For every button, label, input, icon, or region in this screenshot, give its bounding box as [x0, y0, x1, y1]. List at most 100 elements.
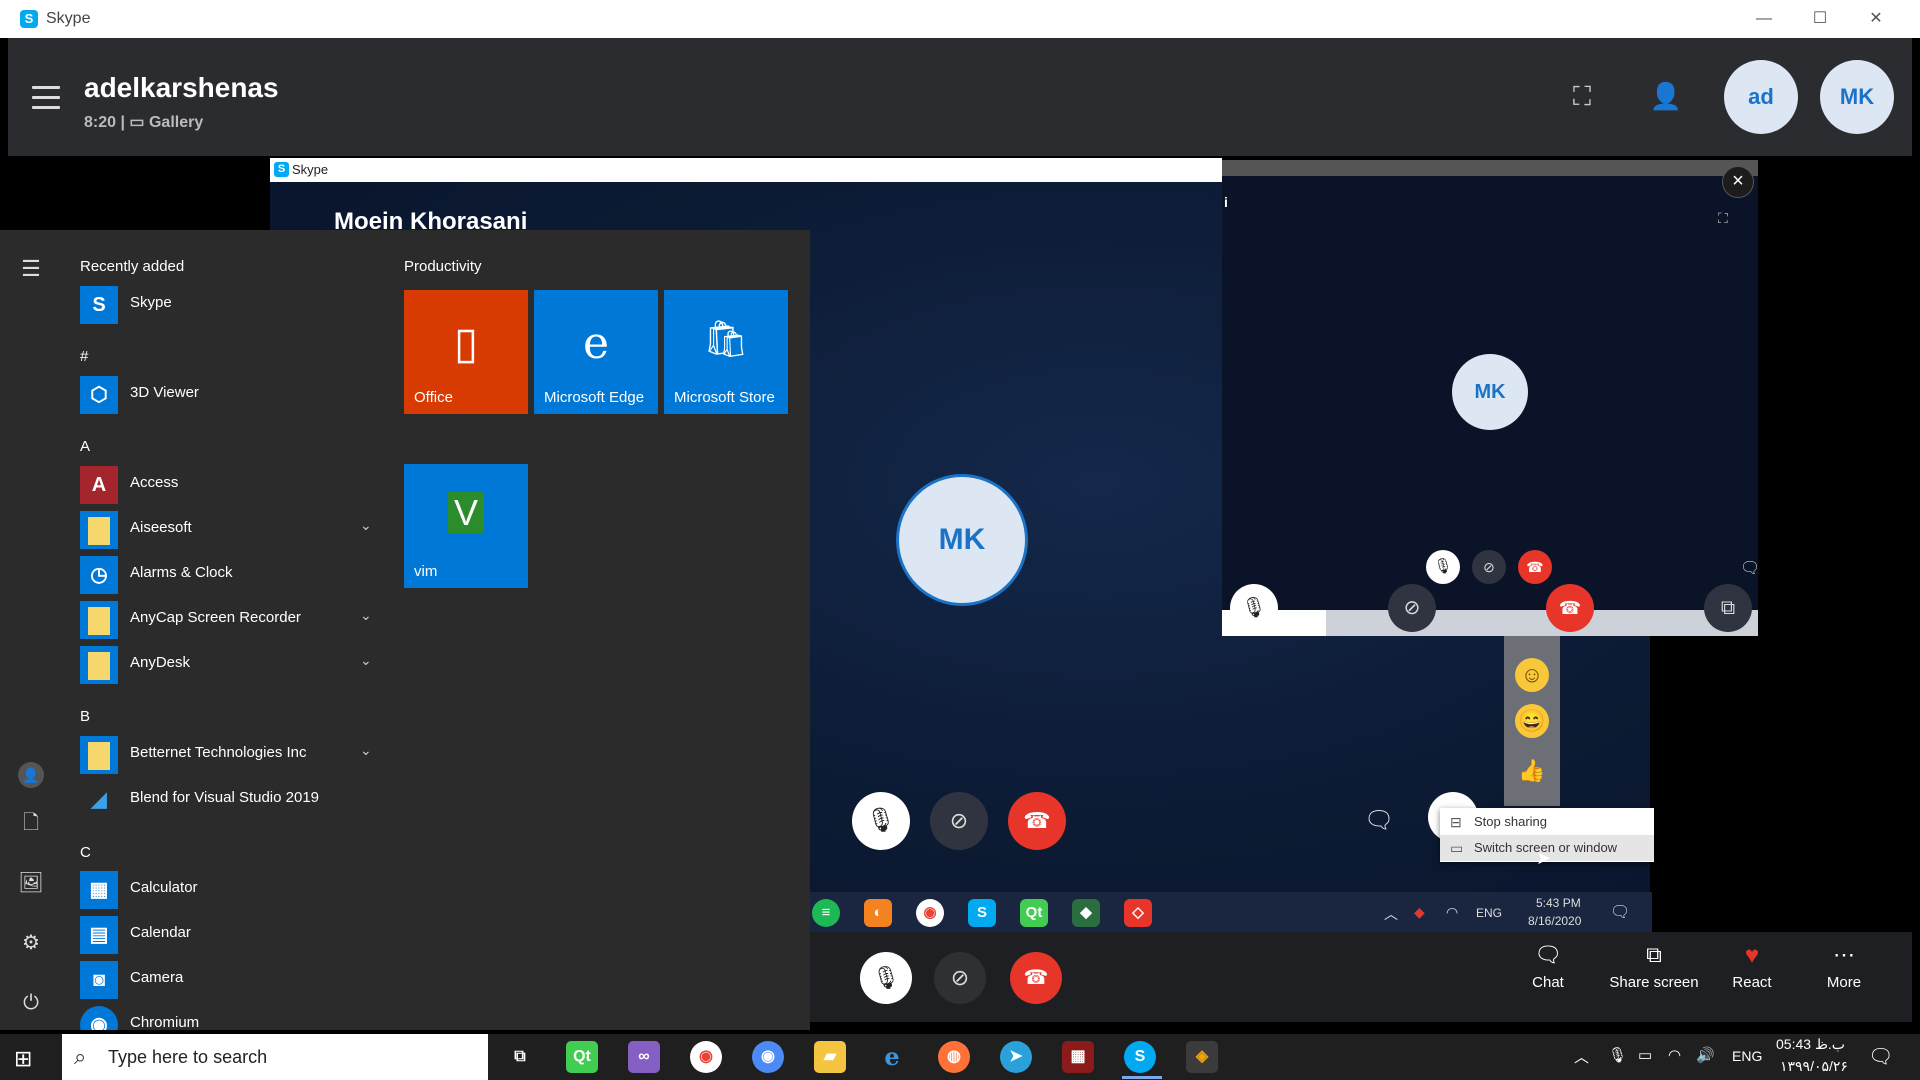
visual-studio-icon[interactable]: ∞	[628, 1041, 660, 1073]
qt-creator-icon: Qt	[1020, 899, 1048, 927]
app-item-anydesk[interactable]: AnyDesk ⌄	[80, 642, 380, 686]
add-participant-icon[interactable]: 👤	[1648, 78, 1684, 114]
app-item-calculator[interactable]: ▦ Calculator	[80, 867, 380, 911]
share-screen-button[interactable]: ⧉ Share screen	[1604, 942, 1704, 991]
maximize-button[interactable]: ☐	[1792, 0, 1848, 38]
pip-end-call-icon[interactable]: ☎	[1546, 584, 1594, 632]
chrome-icon[interactable]: ◉	[690, 1041, 722, 1073]
user-account-icon[interactable]: 👤	[18, 762, 44, 788]
app-label: Access	[130, 474, 179, 491]
app-item-skype[interactable]: S Skype	[80, 282, 380, 326]
smile-emoji-icon[interactable]: ☺	[1515, 658, 1549, 692]
call-duration: 8:20	[84, 114, 117, 131]
pip-layout-icon[interactable]: ⛶	[1718, 210, 1728, 227]
app-label: Chromium	[130, 1014, 200, 1030]
app-item-calendar[interactable]: ▤ Calendar	[80, 912, 380, 956]
tile-vim[interactable]: V vim	[404, 464, 528, 588]
section-letter[interactable]: B	[80, 708, 90, 725]
chevron-down-icon[interactable]: ⌄	[360, 652, 372, 669]
app-item-camera[interactable]: ◙ Camera	[80, 957, 380, 1001]
pip-video-off-icon[interactable]: ⊘	[1388, 584, 1436, 632]
pip-mic-icon[interactable]: 🎙	[1230, 584, 1278, 632]
qt-creator-icon[interactable]: Qt	[566, 1041, 598, 1073]
tray-wifi-icon: ◠	[1446, 904, 1459, 920]
chromium-icon[interactable]: ◉	[752, 1041, 784, 1073]
stop-sharing-item[interactable]: ⊟ Stop sharing	[1440, 809, 1654, 835]
tray-date[interactable]: ۱۳۹۹/۰۵/۲۶	[1780, 1058, 1848, 1075]
app-label: Aiseesoft	[130, 519, 192, 536]
avatar-self[interactable]: ad	[1724, 60, 1798, 134]
app-item-alarms[interactable]: ◷ Alarms & Clock	[80, 552, 380, 596]
store-bag-icon: 🛍	[703, 318, 749, 359]
skype-taskbar-icon[interactable]: S	[1124, 1041, 1156, 1073]
tray-time[interactable]: 05:43 ب.ظ	[1776, 1036, 1845, 1053]
tile-edge[interactable]: e Microsoft Edge	[534, 290, 658, 414]
edge-icon[interactable]: e	[876, 1041, 908, 1073]
pip-close-button[interactable]: ×	[1722, 166, 1754, 198]
skype-icon: S	[968, 899, 996, 927]
tray-battery-icon[interactable]: ▭	[1638, 1046, 1652, 1064]
end-call-button[interactable]: ☎	[1010, 952, 1062, 1004]
windows-start-icon[interactable]: ⊞	[14, 1046, 32, 1072]
layout-switch-icon[interactable]: ⛶	[1564, 78, 1600, 114]
close-button[interactable]: ✕	[1848, 0, 1904, 38]
shared-video-off-icon: ⊘	[930, 792, 988, 850]
tray-expand-icon[interactable]: ︿	[1574, 1046, 1589, 1067]
chat-button[interactable]: 🗨 Chat	[1520, 942, 1576, 991]
app-label: Betternet Technologies Inc	[130, 744, 307, 761]
minimize-button[interactable]: —	[1736, 0, 1792, 38]
heart-icon: ♥	[1744, 942, 1760, 969]
tile-store[interactable]: 🛍 Microsoft Store	[664, 290, 788, 414]
app-item-blend[interactable]: ◢ Blend for Visual Studio 2019	[80, 777, 380, 821]
app-item-3d-viewer[interactable]: ⬡ 3D Viewer	[80, 372, 380, 416]
pictures-icon[interactable]: 🖼	[18, 870, 44, 896]
laugh-emoji-icon[interactable]: 😄	[1515, 704, 1549, 738]
telegram-icon[interactable]: ➤	[1000, 1041, 1032, 1073]
documents-icon[interactable]: 🗋	[18, 810, 44, 836]
firefox-icon[interactable]: ◍	[938, 1041, 970, 1073]
git-app-icon[interactable]: ◈	[1186, 1041, 1218, 1073]
section-letter[interactable]: A	[80, 438, 90, 455]
window-title: Skype	[46, 10, 91, 27]
action-center-icon[interactable]: 🗨	[1868, 1044, 1893, 1069]
app-item-aiseesoft[interactable]: Aiseesoft ⌄	[80, 507, 380, 551]
tray-volume-icon[interactable]: 🔊	[1696, 1046, 1715, 1064]
app-item-chromium[interactable]: ◉ Chromium	[80, 1002, 380, 1030]
taskbar-search-box[interactable]: ⌕ Type here to search	[62, 1034, 488, 1080]
file-explorer-icon[interactable]: ▰	[814, 1041, 846, 1073]
stop-share-icon: ⊟	[1450, 814, 1462, 830]
app-item-betternet[interactable]: Betternet Technologies Inc ⌄	[80, 732, 380, 776]
tray-wifi-icon[interactable]: ◠	[1668, 1046, 1681, 1064]
power-icon[interactable]: ⏻	[18, 990, 44, 1016]
avatar-peer[interactable]: MK	[1820, 60, 1894, 134]
more-button[interactable]: ⋯ More	[1814, 942, 1874, 991]
settings-gear-icon[interactable]: ⚙	[18, 930, 44, 956]
call-header: adelkarshenas 8:20 | ▭ Gallery ⛶ 👤 ad MK	[8, 38, 1912, 156]
chevron-down-icon[interactable]: ⌄	[360, 742, 372, 759]
mic-button[interactable]: 🎙	[860, 952, 912, 1004]
shared-chat-icon: 🗨	[1364, 807, 1395, 834]
blend-icon: ◢	[91, 789, 107, 811]
tray-mic-icon[interactable]: 🎙	[1608, 1046, 1627, 1064]
skype-logo-icon: S	[20, 10, 38, 28]
hamburger-menu-icon[interactable]	[32, 86, 60, 116]
video-off-button[interactable]: ⊘	[934, 952, 986, 1004]
chevron-down-icon[interactable]: ⌄	[360, 607, 372, 624]
office-icon: ▯	[453, 319, 479, 368]
app-item-anycap[interactable]: AnyCap Screen Recorder ⌄	[80, 597, 380, 641]
thumbs-up-emoji-icon[interactable]: 👍	[1515, 754, 1549, 788]
app-label: Alarms & Clock	[130, 564, 233, 581]
section-letter[interactable]: #	[80, 348, 88, 365]
task-view-icon[interactable]: ⧉	[504, 1041, 536, 1073]
shared-window-title: Skype	[292, 162, 329, 177]
start-expand-icon[interactable]: ☰	[18, 256, 44, 282]
pip-restore-icon[interactable]: ⧉	[1704, 584, 1752, 632]
react-button[interactable]: ♥ React	[1722, 942, 1782, 991]
tray-language[interactable]: ENG	[1732, 1048, 1762, 1064]
app-item-access[interactable]: A Access	[80, 462, 380, 506]
winrar-icon[interactable]: ▦	[1062, 1041, 1094, 1073]
chevron-down-icon[interactable]: ⌄	[360, 517, 372, 534]
section-letter[interactable]: C	[80, 844, 91, 861]
share-screen-label: Share screen	[1609, 974, 1699, 991]
tile-office[interactable]: ▯ Office	[404, 290, 528, 414]
